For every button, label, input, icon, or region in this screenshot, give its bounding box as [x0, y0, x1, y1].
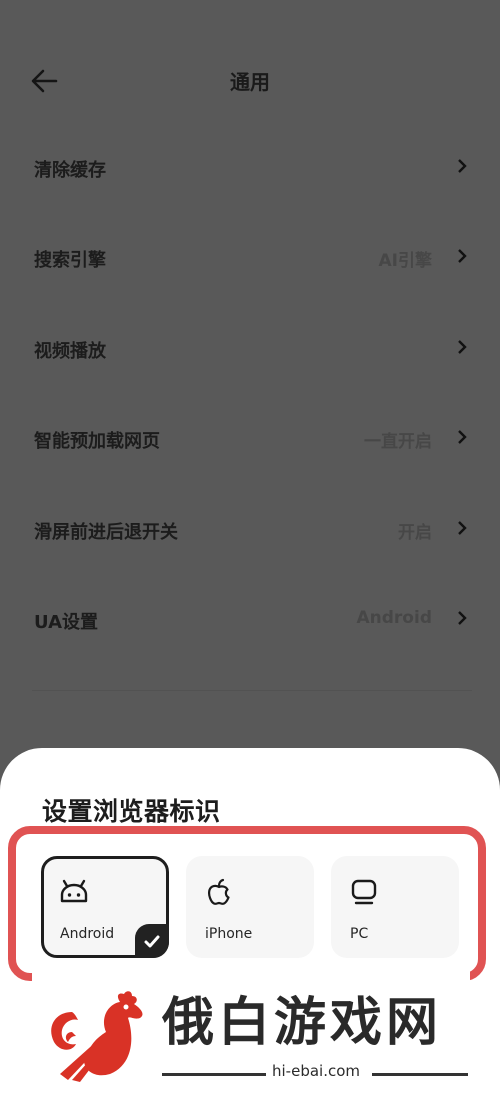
ua-option-android[interactable]: Android	[41, 856, 169, 958]
settings-list: 清除缓存 搜索引擎 AI引擎 视频播放 智能预加载网页 一直开启 滑屏前进后退开…	[0, 122, 500, 664]
option-label: PC	[350, 926, 369, 942]
sheet-title: 设置浏览器标识	[42, 797, 221, 826]
ua-option-iphone[interactable]: iPhone	[186, 856, 314, 958]
row-label: 搜索引擎	[34, 250, 106, 272]
row-value: AI引擎	[378, 251, 432, 272]
row-label: 视频播放	[34, 340, 106, 362]
watermark-title: 俄白游戏网	[162, 992, 443, 1053]
monitor-icon	[351, 879, 377, 905]
settings-row-clear-cache[interactable]: 清除缓存	[0, 122, 500, 212]
chevron-right-icon	[458, 249, 467, 264]
option-label: Android	[60, 926, 115, 942]
settings-row-swipe-nav[interactable]: 滑屏前进后退开关 开启	[0, 484, 500, 574]
ua-options: Android iPhone PC	[41, 856, 461, 958]
settings-row-ua[interactable]: UA设置 Android	[0, 574, 500, 664]
chevron-right-icon	[458, 520, 467, 535]
chevron-right-icon	[458, 430, 467, 445]
watermark-rule-right	[372, 1073, 468, 1076]
ua-option-pc[interactable]: PC	[331, 856, 459, 958]
apple-icon	[208, 878, 230, 905]
top-bar: 通用	[0, 56, 500, 106]
row-label: 滑屏前进后退开关	[34, 521, 178, 543]
settings-row-video-playback[interactable]: 视频播放	[0, 303, 500, 393]
settings-row-preload[interactable]: 智能预加载网页 一直开启	[0, 393, 500, 483]
page-title: 通用	[230, 70, 270, 94]
watermark-url: hi-ebai.com	[272, 1062, 361, 1080]
divider	[32, 690, 472, 691]
row-label: 智能预加载网页	[34, 431, 160, 453]
row-value: 开启	[398, 522, 432, 543]
rooster-logo-icon	[51, 991, 143, 1082]
chevron-right-icon	[458, 159, 467, 173]
row-label: 清除缓存	[34, 160, 106, 181]
watermark-rule-left	[162, 1073, 266, 1076]
row-value: Android	[356, 607, 433, 628]
selected-badge	[135, 924, 169, 958]
row-label: UA设置	[34, 611, 98, 633]
android-icon	[60, 879, 88, 903]
watermark: 俄白游戏网 hi-ebai.com	[32, 970, 470, 1095]
chevron-right-icon	[458, 339, 467, 354]
settings-row-search-engine[interactable]: 搜索引擎 AI引擎	[0, 212, 500, 302]
option-label: iPhone	[205, 926, 253, 942]
row-value: 一直开启	[364, 432, 432, 453]
chevron-right-icon	[458, 611, 467, 625]
check-icon	[144, 935, 160, 948]
